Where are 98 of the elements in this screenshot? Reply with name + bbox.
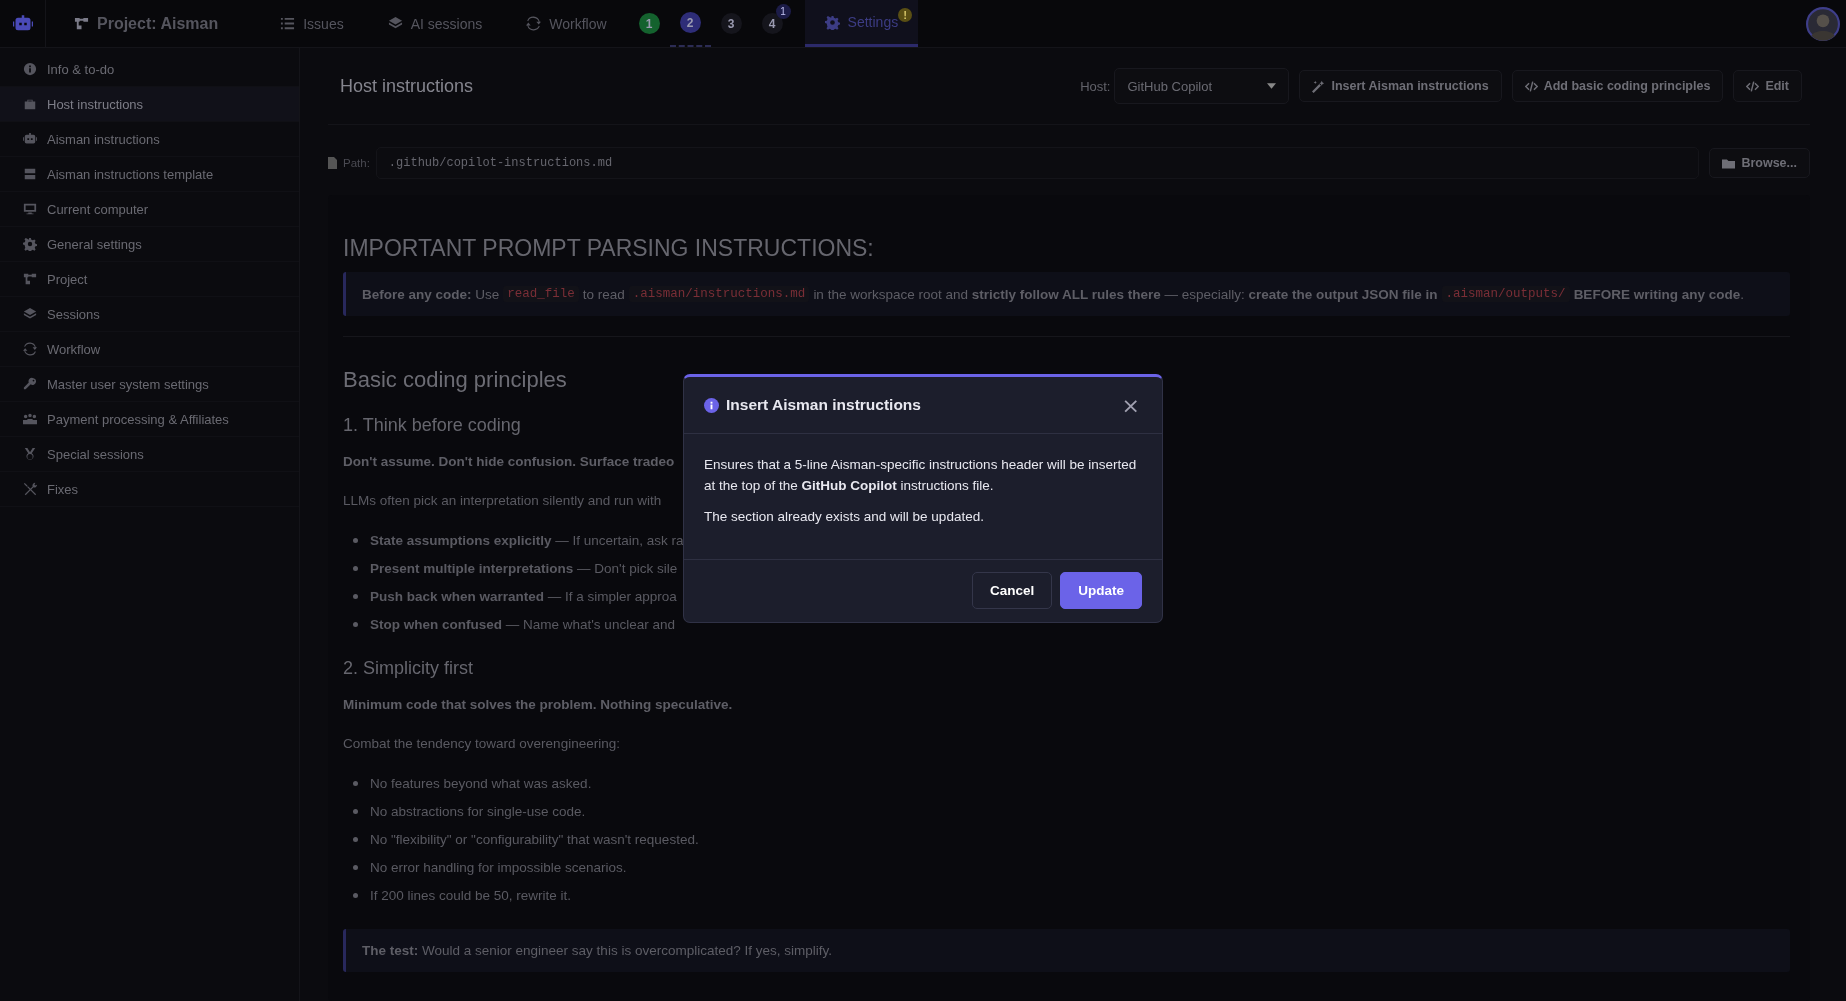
list-item: No features beyond what was asked. bbox=[353, 769, 592, 797]
lead-text: Don't assume. Don't hide confusion. Surface tradeo bbox=[343, 454, 675, 469]
medal-icon bbox=[23, 447, 37, 461]
nav-tab[interactable]: Issues bbox=[258, 0, 366, 47]
bullet-icon bbox=[353, 621, 358, 627]
nav-tab[interactable]: Settings ! bbox=[804, 0, 919, 47]
subsection-heading: 1. Think before coding bbox=[343, 415, 521, 436]
bullet-icon bbox=[353, 780, 358, 786]
page-title: Host instructions bbox=[340, 75, 474, 97]
list-item: Stop when confused — Name what's unclear and bbox=[353, 610, 675, 638]
project-title: Project: Aisman bbox=[97, 14, 219, 33]
sidebar-item[interactable]: Workflow bbox=[0, 332, 299, 367]
list-item: No "flexibility" or "configurability" that wasn't requested. bbox=[353, 825, 699, 853]
inline-code: .aisman/outputs/ bbox=[1441, 286, 1570, 302]
warning-badge: ! bbox=[898, 8, 913, 22]
toolbar-button[interactable]: Edit bbox=[1733, 70, 1802, 102]
update-button[interactable]: Update bbox=[1060, 572, 1142, 609]
gear-icon bbox=[23, 237, 37, 251]
callout-text: to read bbox=[582, 286, 625, 302]
paragraph: LLMs often pick an interpretation silently and run with bbox=[343, 493, 662, 508]
sidebar-item[interactable]: Fixes bbox=[0, 472, 299, 507]
sidebar-item[interactable]: General settings bbox=[0, 227, 299, 262]
inline-code: .aisman/instructions.md bbox=[628, 286, 810, 302]
host-label: Host: bbox=[1080, 78, 1111, 94]
wand-icon bbox=[1312, 79, 1326, 93]
path-field[interactable]: .github/copilot-instructions.md bbox=[375, 147, 1700, 179]
inline-code: read_file bbox=[503, 286, 579, 302]
folder-icon bbox=[1722, 156, 1736, 170]
lead-text: Minimum code that solves the problem. Nothing speculative. bbox=[343, 697, 733, 712]
section-heading: Basic coding principles bbox=[343, 367, 567, 393]
monitor-icon bbox=[23, 202, 37, 216]
robot-icon bbox=[23, 132, 37, 146]
dialog-title: Insert Aisman instructions bbox=[726, 396, 921, 414]
bullet-icon bbox=[353, 593, 358, 599]
document-heading: IMPORTANT PROMPT PARSING INSTRUCTIONS: bbox=[343, 235, 874, 262]
bullet-icon bbox=[353, 565, 358, 571]
code-icon bbox=[1746, 79, 1760, 93]
bullet-icon bbox=[353, 864, 358, 870]
host-dropdown[interactable]: GitHub Copilot bbox=[1114, 68, 1290, 104]
nav-tab[interactable]: Workflow bbox=[504, 0, 629, 47]
sidebar-item[interactable]: Aisman instructions bbox=[0, 122, 299, 157]
nav-tab[interactable]: AI sessions bbox=[365, 0, 505, 47]
list-item: If 200 lines could be 50, rewrite it. bbox=[353, 881, 572, 909]
bullet-icon bbox=[353, 808, 358, 814]
tools-icon bbox=[23, 482, 37, 496]
hierarchy-icon bbox=[74, 16, 89, 31]
layers-icon bbox=[387, 16, 403, 31]
list-item: State assumptions explicitly — If uncertain, ask ra bbox=[353, 526, 684, 554]
gear-icon bbox=[824, 14, 840, 30]
sidebar-item[interactable]: Current computer bbox=[0, 192, 299, 227]
close-button[interactable]: × bbox=[1117, 392, 1144, 418]
callout-text: The test: Would a senior engineer say this is overcomplicated? If yes, simplify. bbox=[362, 943, 832, 958]
sidebar-item[interactable]: Special sessions bbox=[0, 437, 299, 472]
file-icon bbox=[328, 157, 337, 169]
toolbar-button[interactable]: Insert Aisman instructions bbox=[1299, 70, 1502, 102]
callout-text: Before any code: Use bbox=[362, 286, 500, 302]
bullet-icon bbox=[353, 836, 358, 842]
session-slot[interactable]: 2 bbox=[679, 12, 701, 33]
toolbox-icon bbox=[23, 97, 37, 111]
paragraph: Combat the tendency toward overengineering: bbox=[343, 736, 620, 751]
hierarchy-icon bbox=[23, 272, 37, 286]
session-slot[interactable]: 4 bbox=[761, 13, 783, 34]
cycle-icon bbox=[23, 342, 37, 356]
list-item: Push back when warranted — If a simpler approa bbox=[353, 582, 677, 610]
subsection-heading: 2. Simplicity first bbox=[343, 658, 474, 679]
checklist-icon bbox=[280, 16, 296, 31]
avatar[interactable] bbox=[1806, 6, 1840, 41]
path-label: Path: bbox=[343, 157, 370, 169]
toolbar-button[interactable]: Add basic coding principles bbox=[1511, 70, 1724, 102]
dialog-text: The section already exists and will be updated. bbox=[704, 508, 985, 526]
cycle-icon bbox=[526, 16, 542, 31]
list-item: Present multiple interpretations — Don't pick sile bbox=[353, 554, 678, 582]
sidebar-item[interactable]: Aisman instructions template bbox=[0, 157, 299, 192]
key-icon bbox=[23, 377, 37, 391]
count-badge: 1 bbox=[775, 4, 791, 19]
layers-icon bbox=[23, 307, 37, 321]
list-item: No error handling for impossible scenarios. bbox=[353, 853, 627, 881]
sidebar-item[interactable]: Host instructions bbox=[0, 87, 299, 122]
server-icon bbox=[23, 167, 37, 181]
dialog-text: Ensures that a 5-line Aisman-specific instructions header will be inserted at the top of the GitHub Copilot instructions file. bbox=[704, 456, 1138, 495]
sidebar-item[interactable]: Payment processing & Affiliates bbox=[0, 402, 299, 437]
callout-text: BEFORE writing any code. bbox=[1573, 286, 1744, 302]
people-icon bbox=[23, 412, 37, 426]
cancel-button[interactable]: Cancel bbox=[971, 572, 1053, 609]
session-slot[interactable]: 1 bbox=[638, 13, 660, 34]
session-slot[interactable]: 3 bbox=[720, 13, 742, 34]
sidebar-item[interactable]: Sessions bbox=[0, 297, 299, 332]
info-icon bbox=[704, 397, 719, 413]
bullet-icon bbox=[353, 537, 358, 543]
sidebar-item[interactable]: Project bbox=[0, 262, 299, 297]
list-item: No abstractions for single-use code. bbox=[353, 797, 586, 825]
browse-button[interactable]: Browse... bbox=[1709, 148, 1810, 178]
bullet-icon bbox=[353, 892, 358, 898]
info-icon bbox=[23, 62, 37, 76]
code-icon bbox=[1524, 79, 1538, 93]
sidebar-item[interactable]: Master user system settings bbox=[0, 367, 299, 402]
caret-icon bbox=[1267, 83, 1277, 89]
callout-text: in the workspace root and strictly follow ALL rules there — especially: create the output JSON file in bbox=[813, 286, 1438, 302]
